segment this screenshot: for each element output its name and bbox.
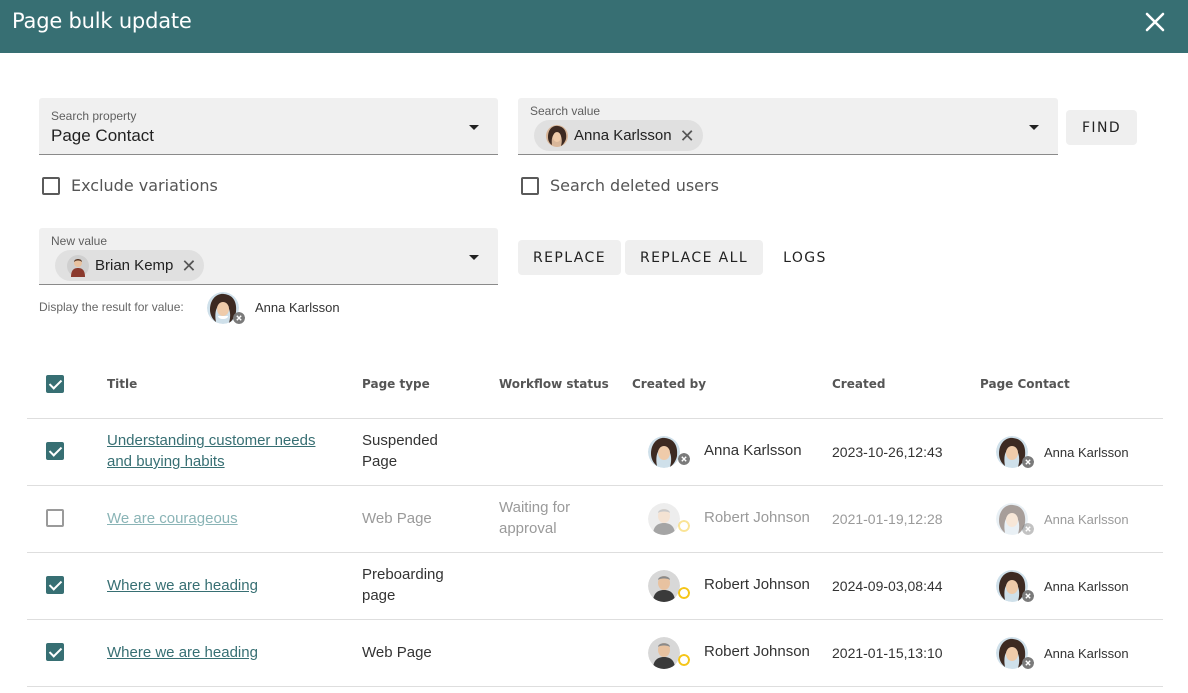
column-header-workflow-status[interactable]: Workflow status: [499, 377, 609, 391]
row-created: 2023-10-26,12:43: [832, 444, 943, 460]
new-value-chip[interactable]: Brian Kemp ✕: [55, 250, 205, 281]
removed-badge-icon: [1022, 456, 1034, 468]
display-result-label: Display the result for value:: [39, 300, 184, 314]
row-created-by: Robert Johnson: [704, 576, 810, 593]
close-icon[interactable]: [1142, 9, 1168, 35]
pending-badge-icon: [678, 520, 690, 532]
display-result-name: Anna Karlsson: [255, 300, 340, 315]
search-property-label: Search property: [51, 109, 137, 123]
search-property-select[interactable]: Search property Page Contact: [39, 98, 498, 155]
avatar: [546, 124, 568, 147]
caret-down-icon: [469, 125, 479, 130]
avatar: [648, 503, 680, 535]
dialog-title: Page bulk update: [12, 9, 192, 33]
logs-button[interactable]: LOGS: [772, 240, 838, 275]
removed-badge-icon: [1022, 657, 1034, 669]
row-checkbox[interactable]: [46, 509, 64, 527]
removed-badge-icon: [1022, 523, 1034, 535]
avatar: [648, 637, 680, 669]
row-created: 2021-01-19,12:28: [832, 511, 943, 527]
column-header-created[interactable]: Created: [832, 377, 885, 391]
caret-down-icon: [1029, 125, 1039, 130]
caret-down-icon: [469, 255, 479, 260]
new-value-label: New value: [51, 234, 108, 248]
row-page-contact: Anna Karlsson: [1044, 646, 1129, 661]
row-page-type: Suspended: [362, 432, 438, 449]
removed-badge-icon: [1022, 590, 1034, 602]
column-header-page-contact[interactable]: Page Contact: [980, 377, 1070, 391]
row-checkbox[interactable]: [46, 643, 64, 661]
column-header-title[interactable]: Title: [107, 377, 137, 391]
row-page-type: Web Page: [362, 644, 432, 661]
chip-label: Anna Karlsson: [574, 127, 672, 144]
row-page-contact: Anna Karlsson: [1044, 445, 1129, 460]
row-page-type: Page: [362, 453, 398, 470]
exclude-variations-checkbox[interactable]: [42, 177, 60, 195]
avatar: [648, 436, 680, 468]
column-header-created-by[interactable]: Created by: [632, 377, 706, 391]
row-checkbox[interactable]: [46, 442, 64, 460]
select-all-checkbox[interactable]: [46, 375, 64, 393]
search-value-chip[interactable]: Anna Karlsson ✕: [534, 120, 703, 151]
search-deleted-users-checkbox[interactable]: [521, 177, 539, 195]
row-workflow-status: Waiting for: [499, 499, 571, 516]
removed-badge-icon: [678, 453, 690, 465]
row-page-contact: Anna Karlsson: [1044, 512, 1129, 527]
replace-button[interactable]: REPLACE: [518, 240, 621, 275]
row-title-link[interactable]: and buying habits: [107, 451, 225, 472]
row-title-link[interactable]: We are courageous: [107, 508, 238, 529]
row-page-contact: Anna Karlsson: [1044, 579, 1129, 594]
row-created: 2024-09-03,08:44: [832, 578, 943, 594]
search-property-value: Page Contact: [51, 126, 155, 145]
chip-remove-icon[interactable]: ✕: [181, 257, 196, 275]
removed-badge-icon: [233, 312, 245, 324]
row-created: 2021-01-15,13:10: [832, 645, 943, 661]
row-workflow-status: approval: [499, 520, 557, 537]
avatar: [648, 570, 680, 602]
row-created-by: Robert Johnson: [704, 509, 810, 526]
row-page-type: Preboarding: [362, 566, 444, 583]
divider: [27, 552, 1163, 553]
dialog-header: Page bulk update: [0, 0, 1188, 53]
chip-label: Brian Kemp: [95, 257, 174, 274]
divider: [27, 418, 1163, 419]
replace-all-button[interactable]: REPLACE ALL: [625, 240, 763, 275]
chip-remove-icon[interactable]: ✕: [680, 127, 695, 145]
row-checkbox[interactable]: [46, 576, 64, 594]
divider: [27, 686, 1163, 687]
row-title-link[interactable]: Where we are heading: [107, 642, 258, 663]
search-deleted-users-label: Search deleted users: [550, 176, 719, 195]
row-created-by: Robert Johnson: [704, 643, 810, 660]
column-header-page-type[interactable]: Page type: [362, 377, 430, 391]
search-value-label: Search value: [530, 104, 601, 118]
pending-badge-icon: [678, 654, 690, 666]
row-title-link[interactable]: Where we are heading: [107, 575, 258, 596]
row-page-type: Web Page: [362, 510, 432, 527]
find-button[interactable]: FIND: [1066, 110, 1137, 145]
row-created-by: Anna Karlsson: [704, 442, 802, 459]
exclude-variations-label: Exclude variations: [71, 176, 218, 195]
divider: [27, 485, 1163, 486]
pending-badge-icon: [678, 587, 690, 599]
avatar: [67, 254, 89, 277]
row-title-link[interactable]: Understanding customer needs: [107, 430, 315, 451]
row-page-type: page: [362, 587, 396, 604]
divider: [27, 619, 1163, 620]
